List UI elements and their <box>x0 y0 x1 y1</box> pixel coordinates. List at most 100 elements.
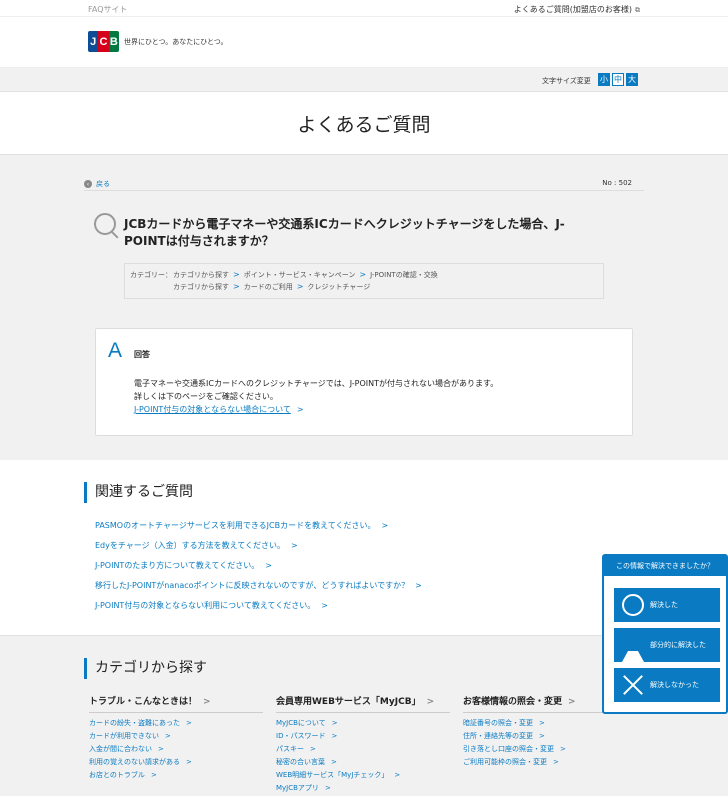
category-link[interactable]: 入金が間に合わない > <box>89 743 263 756</box>
question-q-icon <box>94 213 116 235</box>
chevron-right-icon: > <box>539 719 545 727</box>
header: J C B 世界にひとつ。あなたにひとつ。 <box>0 17 728 68</box>
category-link[interactable]: お店とのトラブル > <box>89 769 263 782</box>
category-link[interactable]: カードが利用できない > <box>89 730 263 743</box>
category-link[interactable]: 住所・連絡先等の変更 > <box>463 730 637 743</box>
chevron-right-icon: > <box>165 732 171 740</box>
category-heading[interactable]: 会員専用WEBサービス「MyJCB」 > <box>276 694 450 713</box>
chevron-right-icon: > <box>186 719 192 727</box>
chevron-right-icon: > <box>233 270 240 279</box>
category-link-label: お店とのトラブル <box>89 771 145 779</box>
chevron-right-icon: > <box>568 697 576 707</box>
chevron-right-icon: > <box>296 405 304 414</box>
category-link-label: MyJCBについて <box>276 719 326 727</box>
survey-partial-button[interactable]: 部分的に解決した <box>614 628 720 662</box>
chevron-right-icon: > <box>331 758 337 766</box>
chevron-right-icon: > <box>296 282 304 291</box>
survey-resolved-button[interactable]: 解決した <box>614 588 720 622</box>
font-size-large-button[interactable]: 大 <box>626 73 638 86</box>
answer-link[interactable]: J-POINT付与の対象とならない場合について > <box>134 405 304 414</box>
external-link-icon: ⧉ <box>635 6 640 14</box>
category-link-label: WEB明細サービス「MyJチェック」 <box>276 771 389 779</box>
breadcrumb-link[interactable]: ポイント・サービス・キャンペーン <box>244 269 356 281</box>
category-link[interactable]: 暗証番号の照会・変更 > <box>463 717 637 730</box>
chevron-right-icon: > <box>150 771 157 779</box>
survey-option-label: 解決しなかった <box>650 681 699 689</box>
category-link[interactable]: 秘密の合い言葉 > <box>276 756 450 769</box>
answer-text: 電子マネーや交通系ICカードへのクレジットチャージでは、J-POINTが付与され… <box>134 379 499 388</box>
answer-text: 詳しくは下のページをご確認ください。 <box>134 392 278 401</box>
category-heading-label: お客様情報の照会・変更 <box>463 697 563 707</box>
answer-label: 回答 <box>134 350 150 359</box>
answer-box: A 回答 電子マネーや交通系ICカードへのクレジットチャージでは、J-POINT… <box>95 328 633 436</box>
breadcrumb-link[interactable]: カテゴリから探す <box>173 269 229 281</box>
chevron-right-icon: > <box>553 758 559 766</box>
answer-a-icon: A <box>108 339 123 362</box>
category-heading-label: 会員専用WEBサービス「MyJCB」 <box>276 697 421 707</box>
related-list: PASMOのオートチャージサービスを利用できるJCBカードを教えてください。 > … <box>95 516 422 616</box>
logo-letter-j: J <box>88 31 99 52</box>
category-link[interactable]: MyJCBアプリ > <box>276 782 450 795</box>
survey-option-label: 部分的に解決した <box>650 641 706 649</box>
chevron-right-icon: > <box>291 541 298 550</box>
related-item[interactable]: 移行したJ-POINTがnanacoポイントに反映されないのですが、どうすればよ… <box>95 576 422 596</box>
category-search-title: カテゴリから探す <box>84 658 207 679</box>
category-link-label: 引き落とし口座の照会・変更 <box>463 745 554 753</box>
survey-option-label: 解決した <box>650 601 678 609</box>
font-size-buttons: 小 中 大 <box>598 73 638 86</box>
category-link-label: 住所・連絡先等の変更 <box>463 732 533 740</box>
related-item[interactable]: PASMOのオートチャージサービスを利用できるJCBカードを教えてください。 > <box>95 516 422 536</box>
category-link[interactable]: MyJCBについて > <box>276 717 450 730</box>
chevron-right-icon: > <box>324 784 331 792</box>
category-link-label: カードが利用できない <box>89 732 159 740</box>
chevron-right-icon: > <box>233 282 240 291</box>
related-item-label: PASMOのオートチャージサービスを利用できるJCBカードを教えてください。 <box>95 521 376 530</box>
chevron-right-icon: > <box>359 270 367 279</box>
category-link[interactable]: 引き落とし口座の照会・変更 > <box>463 743 637 756</box>
breadcrumb-link[interactable]: カテゴリから探す <box>173 281 229 293</box>
category-link-label: パスキー <box>276 745 304 753</box>
question-section: ‹ 戻る No : 502 JCBカードから電子マネーや交通系ICカードへクレジッ… <box>0 155 728 460</box>
breadcrumb-link[interactable]: クレジットチャージ <box>307 281 370 293</box>
survey-title: この情報で解決できましたか？ <box>604 556 726 576</box>
related-item[interactable]: Edyをチャージ（入金）する方法を教えてください。 > <box>95 536 422 556</box>
back-label: 戻る <box>96 180 110 188</box>
chevron-right-icon: > <box>310 745 316 753</box>
category-breadcrumbs: カテゴリー： カテゴリから探す > ポイント・サービス・キャンペーン > J-POI… <box>124 263 604 299</box>
font-size-medium-button[interactable]: 中 <box>612 73 624 86</box>
chevron-right-icon: > <box>158 745 164 753</box>
divider <box>84 190 644 191</box>
chevron-right-icon: > <box>560 745 566 753</box>
related-item[interactable]: J-POINTのたまり方について教えてください。 > <box>95 556 422 576</box>
category-link[interactable]: ご利用可能枠の照会・変更 > <box>463 756 637 769</box>
chevron-right-icon: > <box>539 732 545 740</box>
category-link[interactable]: カードの紛失・盗難にあった > <box>89 717 263 730</box>
jcb-logo[interactable]: J C B 世界にひとつ。あなたにひとつ。 <box>88 31 227 52</box>
faq-site-label: FAQサイト <box>88 5 128 14</box>
category-link[interactable]: WEB明細サービス「MyJチェック」 > <box>276 769 450 782</box>
top-bar: FAQサイト よくあるご質問(加盟店のお客様) ⧉ <box>0 0 728 17</box>
related-item[interactable]: J-POINT付与の対象とならない利用について教えてください。 > <box>95 596 422 616</box>
category-link-label: 入金が間に合わない <box>89 745 152 753</box>
survey-unresolved-button[interactable]: 解決しなかった <box>614 668 720 702</box>
category-link[interactable]: ID・パスワード > <box>276 730 450 743</box>
chevron-right-icon: > <box>426 697 435 707</box>
category-link[interactable]: パスキー > <box>276 743 450 756</box>
category-link-label: MyJCBアプリ <box>276 784 319 792</box>
category-link[interactable]: 利用の覚えのない請求がある > <box>89 756 263 769</box>
back-link[interactable]: ‹ 戻る <box>84 179 110 189</box>
logo-letter-b: B <box>108 31 119 52</box>
merchant-faq-label: よくあるご質問(加盟店のお客様) <box>513 5 632 14</box>
chevron-right-icon: > <box>381 521 389 530</box>
chevron-right-icon: > <box>394 771 401 779</box>
chevron-right-icon: > <box>331 732 338 740</box>
merchant-faq-link[interactable]: よくあるご質問(加盟店のお客様) ⧉ <box>514 4 640 15</box>
category-link-label: ID・パスワード <box>276 732 326 740</box>
category-heading[interactable]: トラブル・こんなときは！ > <box>89 694 263 713</box>
breadcrumb-link[interactable]: J-POINTの確認・交換 <box>370 269 438 281</box>
font-size-label: 文字サイズ変更 <box>542 77 591 85</box>
category-link-label: ご利用可能枠の照会・変更 <box>463 758 547 766</box>
breadcrumb-link[interactable]: カードのご利用 <box>244 281 293 293</box>
font-size-small-button[interactable]: 小 <box>598 73 610 86</box>
chevron-right-icon: > <box>321 601 328 610</box>
